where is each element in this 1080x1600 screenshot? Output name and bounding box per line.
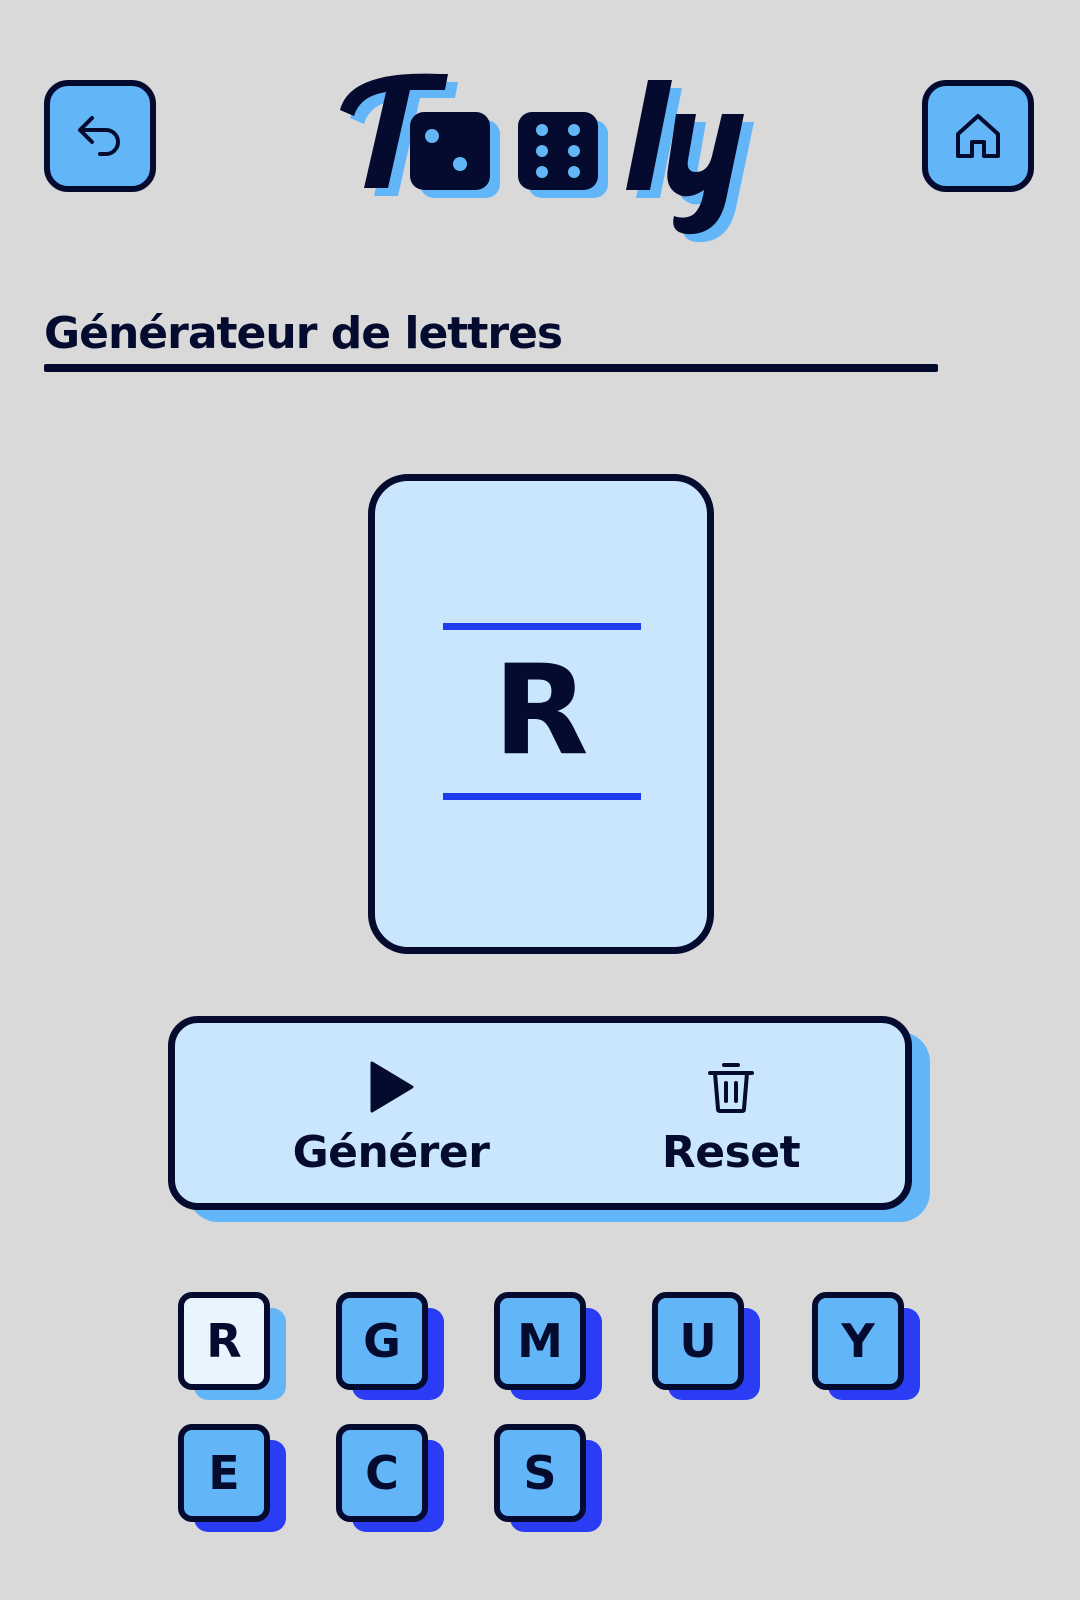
history-tile-letter: R	[178, 1292, 270, 1390]
generate-button[interactable]: Générer	[271, 1057, 511, 1187]
reset-label: Reset	[661, 1127, 801, 1178]
actions-panel: Générer Reset	[168, 1016, 912, 1210]
home-icon	[956, 114, 1000, 158]
history-tile-letter: S	[494, 1424, 586, 1522]
result-card: R	[368, 474, 714, 954]
history-tile-letter: Y	[812, 1292, 904, 1390]
back-arrow-icon	[78, 116, 120, 156]
section-divider	[44, 364, 938, 372]
history-tile-letter: U	[652, 1292, 744, 1390]
history-tile[interactable]: C	[336, 1424, 444, 1532]
history-tile-letter: M	[494, 1292, 586, 1390]
play-icon	[370, 1061, 414, 1113]
letter-generator-page: Générateur de lettres R Générer Reset R …	[0, 0, 1080, 1600]
history-tile[interactable]: G	[336, 1292, 444, 1400]
card-divider-top	[443, 623, 641, 630]
history-tile[interactable]: U	[652, 1292, 760, 1400]
history-tile[interactable]: E	[178, 1424, 286, 1532]
card-divider-bottom	[443, 793, 641, 800]
reset-button[interactable]: Reset	[611, 1057, 851, 1187]
history-tile[interactable]: S	[494, 1424, 602, 1532]
history-tile-letter: E	[178, 1424, 270, 1522]
back-button[interactable]	[44, 80, 156, 192]
current-letter: R	[493, 639, 589, 783]
history-tile-letter: C	[336, 1424, 428, 1522]
history-tile[interactable]: Y	[812, 1292, 920, 1400]
history-tile[interactable]: M	[494, 1292, 602, 1400]
history-tile-letter: G	[336, 1292, 428, 1390]
home-button[interactable]	[922, 80, 1034, 192]
trash-icon	[708, 1063, 754, 1113]
app-logo	[320, 60, 780, 250]
generate-label: Générer	[292, 1127, 490, 1178]
history-tile[interactable]: R	[178, 1292, 286, 1400]
section-title: Générateur de lettres	[44, 308, 563, 359]
